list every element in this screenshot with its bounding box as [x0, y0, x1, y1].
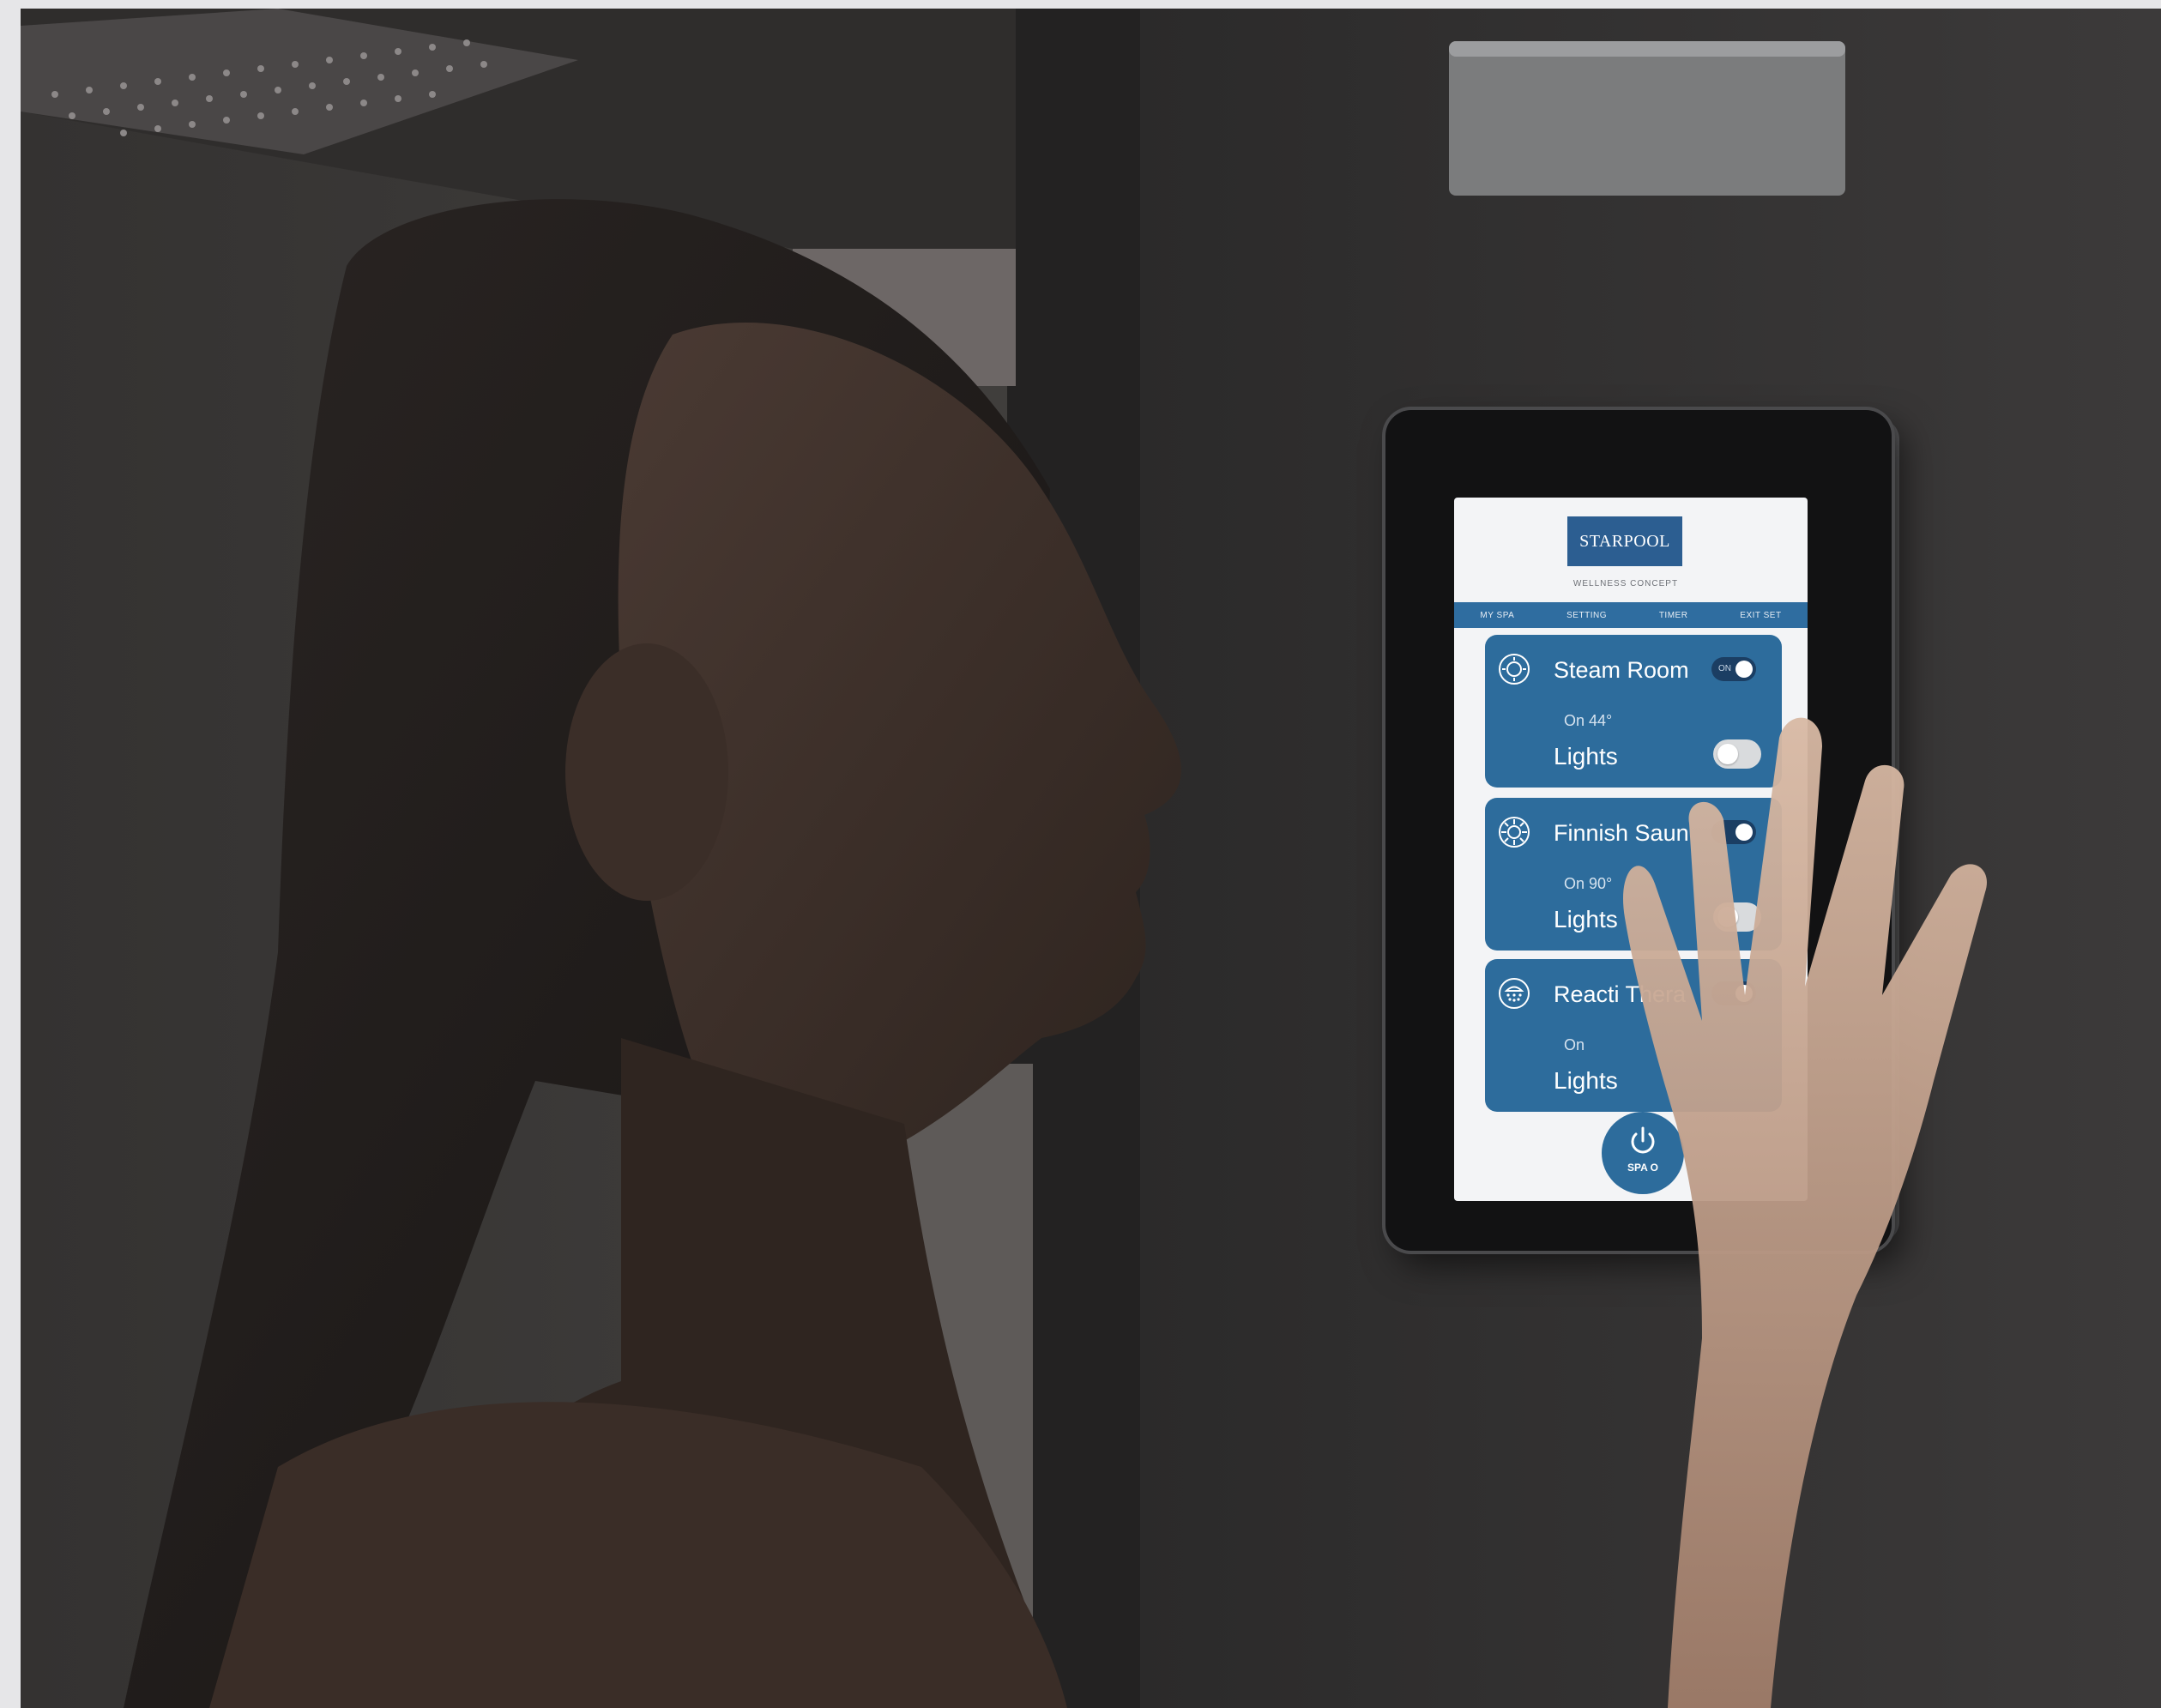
- card-status: On 44°: [1564, 712, 1613, 729]
- photo: STARPOOL WELLNESS CONCEPT MY SPA SETTING…: [21, 9, 2161, 1708]
- reaction-therapy-card[interactable]: Reacti Thera On Lights: [1485, 959, 1782, 1112]
- card-title: Finnish Saun: [1554, 820, 1689, 846]
- card-title: Steam Room: [1554, 657, 1689, 683]
- tab-timer[interactable]: TIMER: [1659, 611, 1688, 620]
- tab-bar: MY SPA SETTING TIMER EXIT SET: [1454, 602, 1808, 628]
- card-status: On 90°: [1564, 875, 1613, 892]
- toggle-knob: [1735, 985, 1753, 1002]
- tab-my-spa[interactable]: MY SPA: [1480, 611, 1514, 620]
- power-icon: [1631, 1126, 1655, 1154]
- wall-tablet: STARPOOL WELLNESS CONCEPT MY SPA SETTING…: [1385, 410, 1892, 1251]
- starpool-logo: STARPOOL: [1567, 516, 1682, 566]
- lights-toggle[interactable]: [1713, 902, 1761, 932]
- toggle-knob: [1735, 661, 1753, 678]
- lights-label: Lights: [1554, 906, 1618, 932]
- tab-exit-set[interactable]: EXIT SET: [1740, 611, 1781, 620]
- control-screen: STARPOOL WELLNESS CONCEPT MY SPA SETTING…: [1454, 498, 1808, 1201]
- sauna-icon: [1499, 817, 1530, 848]
- lights-toggle[interactable]: [1713, 739, 1761, 769]
- ear: [565, 643, 728, 901]
- shower-icon: [1499, 978, 1530, 1009]
- finnish-sauna-card[interactable]: Finnish Saun On 90° Lights: [1485, 798, 1782, 951]
- tab-setting[interactable]: SETTING: [1566, 611, 1607, 620]
- card-title: Reacti Thera: [1554, 981, 1687, 1007]
- toggle-label: ON: [1718, 664, 1731, 673]
- lights-label: Lights: [1554, 743, 1618, 770]
- toggle-knob: [1717, 907, 1738, 927]
- sauna-toggle[interactable]: [1711, 820, 1756, 844]
- steam-room-card[interactable]: Steam Room ON On 44° Lights: [1485, 635, 1782, 788]
- wall-plate: [1449, 41, 1845, 196]
- spa-button-label: SPA O: [1627, 1162, 1658, 1174]
- card-status: On: [1564, 1036, 1585, 1053]
- brand-tagline: WELLNESS CONCEPT: [1572, 579, 1679, 588]
- spa-power-button[interactable]: SPA O: [1602, 1112, 1684, 1194]
- steam-room-toggle[interactable]: ON: [1711, 657, 1756, 681]
- toggle-knob: [1735, 824, 1753, 841]
- therapy-toggle[interactable]: [1711, 981, 1756, 1005]
- toggle-knob: [1717, 744, 1738, 764]
- steam-room-icon: [1499, 654, 1530, 685]
- lights-label: Lights: [1554, 1067, 1618, 1094]
